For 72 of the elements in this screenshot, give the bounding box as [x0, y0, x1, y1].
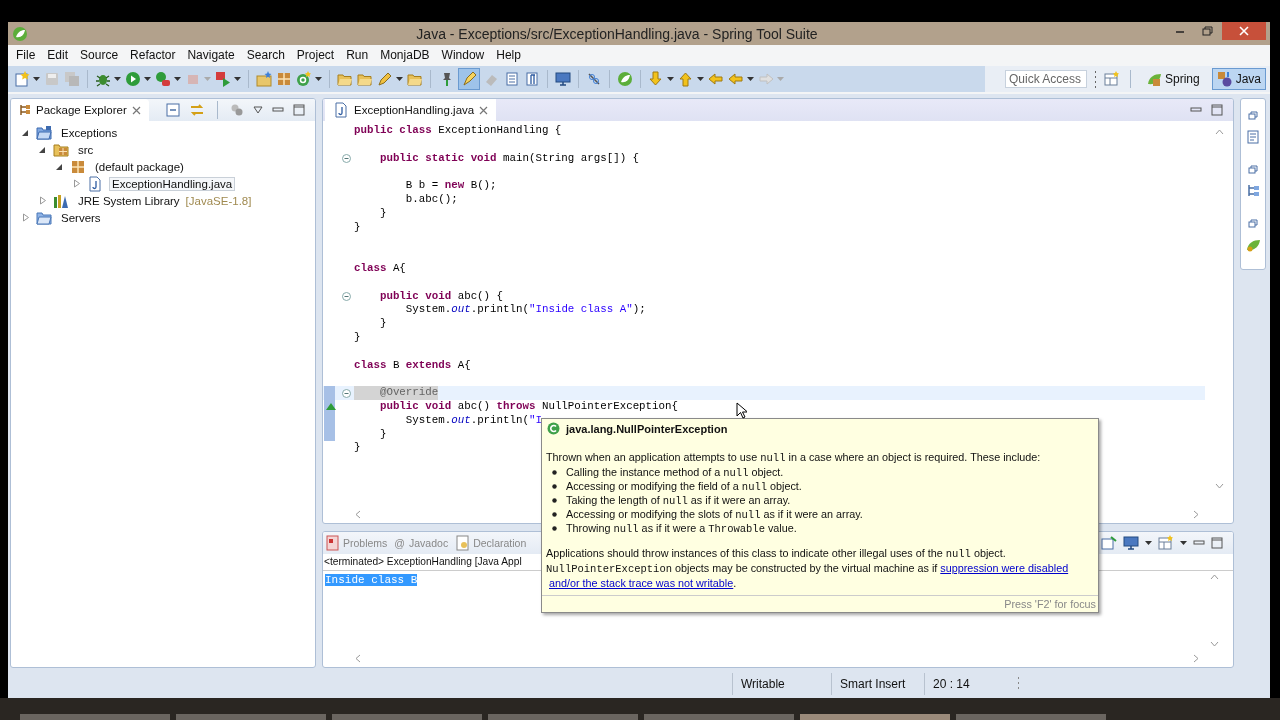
code-text: }: [378, 427, 387, 442]
code-text: b.abc();: [404, 193, 458, 207]
status-text: Writable: [732, 673, 829, 695]
menu-item[interactable]: File: [10, 46, 42, 63]
focus-hint: Press 'F2' for focus: [542, 595, 1098, 612]
tree-item[interactable]: Exceptions: [58, 125, 121, 140]
popup-title: java.lang.NullPointerException: [566, 422, 728, 435]
list-item-text: Calling the instance method of a null object.: [566, 465, 784, 479]
menu-item[interactable]: Help: [490, 46, 527, 63]
code-keyword: new: [444, 179, 465, 193]
menu-item[interactable]: MonjaDB: [374, 46, 436, 63]
description-text: Thrown when an application attempts to use null in a case where an object is required. These include:: [545, 450, 1042, 465]
code-text: }: [354, 220, 361, 235]
editor-tab[interactable]: ExceptionHandling.java: [325, 99, 497, 121]
code-text: A{: [391, 261, 406, 276]
code-text: }: [378, 317, 387, 331]
menu-item[interactable]: Refactor: [124, 46, 182, 63]
code-text: abc() {: [456, 289, 504, 304]
code-keyword: public void: [378, 399, 452, 414]
code-text: }: [354, 441, 361, 456]
code-text: }: [354, 330, 361, 345]
list-item-text: Accessing or modifying the field of a null object.: [566, 479, 802, 493]
perspective-button[interactable]: Java: [1211, 68, 1266, 90]
code-text: NullPointerException{: [540, 399, 678, 414]
code-text: System.: [404, 413, 452, 428]
tree-item-decoration: [JavaSE-1.8]: [185, 194, 252, 207]
code-text: .println(: [470, 413, 529, 428]
code-text: }: [378, 206, 387, 221]
code-text: A{: [456, 358, 471, 373]
menu-item[interactable]: Window: [435, 46, 491, 63]
list-item-text: Taking the length of null as if it were an array.: [566, 493, 791, 507]
view-tab[interactable]: Package Explorer: [11, 99, 149, 121]
code-annotation: @Override: [354, 386, 439, 400]
tree-item[interactable]: src: [75, 142, 97, 157]
code-text: .println(: [470, 303, 529, 318]
code-text: B: [391, 358, 401, 373]
list-item-text: Throwing null as if it were a Throwable value.: [566, 521, 797, 535]
code-string: "Inside class A": [529, 303, 633, 318]
tree-item[interactable]: ExceptionHandling.java: [109, 176, 236, 191]
tree-item[interactable]: Servers: [58, 210, 104, 225]
status-text: Smart Insert: [831, 673, 922, 695]
menu-item[interactable]: Run: [340, 46, 375, 63]
code-keyword: throws: [496, 399, 536, 414]
code-text: System.: [404, 303, 452, 318]
code-string: "I: [529, 413, 542, 428]
code-keyword: class: [354, 261, 387, 276]
perspective-button[interactable]: Spring: [1140, 68, 1205, 90]
status-text: 20 : 14: [924, 673, 1015, 695]
code-keyword: public class: [354, 124, 432, 138]
code-text: main(String args[]) {: [502, 151, 640, 166]
window-title: Java - Exceptions/src/ExceptionHandling.java - Spring Tool Suite: [415, 25, 819, 42]
code-text: abc(): [456, 399, 492, 414]
list-item-text: Accessing or modifying the slots of null as if it were an array.: [566, 507, 863, 521]
tree-item[interactable]: (default package): [92, 159, 187, 174]
tree-item[interactable]: JRE System Library: [75, 193, 183, 208]
code-keyword: extends: [405, 358, 452, 373]
code-keyword: public static void: [378, 151, 497, 166]
code-text: B b =: [404, 179, 440, 193]
code-field: out: [451, 303, 471, 318]
menu-item[interactable]: Project: [290, 46, 341, 63]
code-text: B();: [469, 179, 497, 193]
code-keyword: public void: [378, 289, 452, 304]
menu-item[interactable]: Edit: [41, 46, 75, 63]
menu-item[interactable]: Navigate: [181, 46, 241, 63]
quick-access-field[interactable]: Quick Access: [1004, 70, 1087, 88]
code-text: ExceptionHandling {: [437, 124, 562, 138]
console-output: Inside class B: [325, 574, 418, 586]
menu-item[interactable]: Source: [74, 46, 125, 63]
code-field: out: [451, 413, 471, 428]
code-text: );: [632, 303, 646, 318]
menu-item[interactable]: Search: [240, 46, 291, 63]
code-keyword: class: [354, 358, 387, 373]
